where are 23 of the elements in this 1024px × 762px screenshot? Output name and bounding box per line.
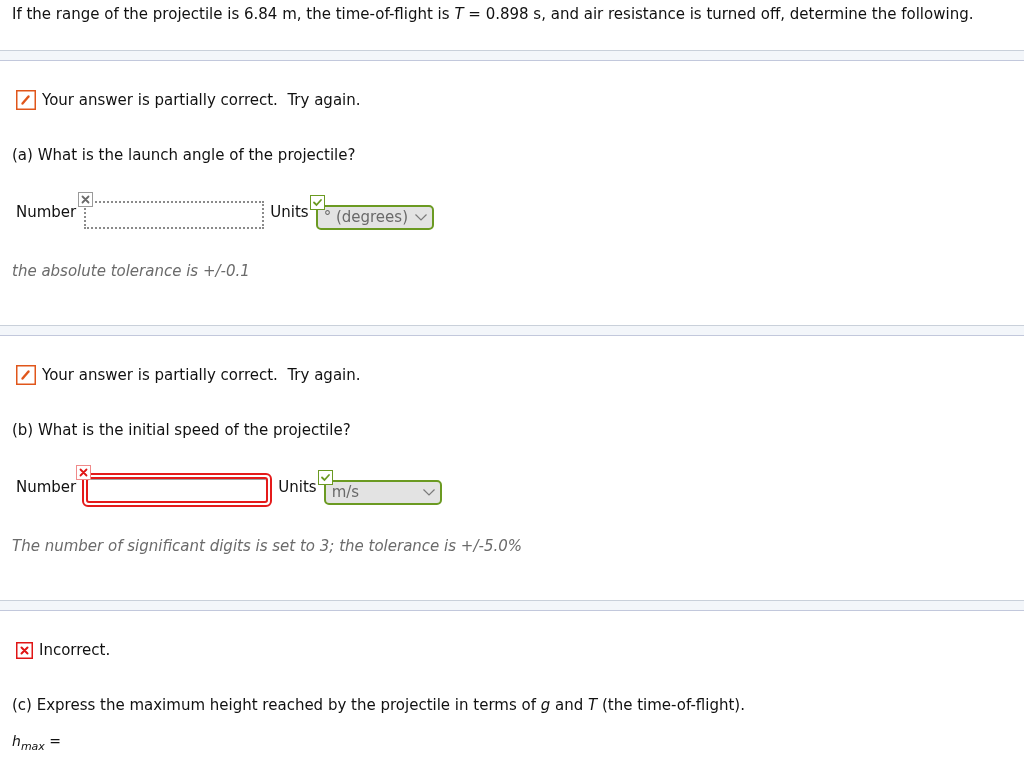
status-message: Incorrect. [39,640,111,660]
units-dropdown[interactable]: m/s [323,479,442,505]
problem-statement: If the range of the projectile is 6.84 m, the time-of-flight is T = 0.898 s, and air resistance is turned off, determine the following. [11,4,975,24]
chevron-down-icon [422,488,435,496]
question-text: (a) What is the launch angle of the projectile? [12,145,357,165]
number-label: Number [16,478,77,496]
question-text: (b) What is the initial speed of the projectile? [12,420,352,440]
units-dropdown[interactable]: ° (degrees) [315,204,434,230]
tolerance-note: The number of significant digits is set to 3; the tolerance is +/-5.0% [12,536,523,556]
units-label: Units [278,478,317,496]
pencil-icon [16,365,36,385]
units-label: Units [270,203,309,221]
status-message: Your answer is partially correct. Try again. [42,365,361,385]
number-label: Number [16,203,77,221]
tolerance-note: the absolute tolerance is +/-0.1 [12,261,251,281]
x-mark-icon [16,641,33,659]
pencil-icon [16,90,36,110]
status-message: Your answer is partially correct. Try again. [42,90,361,110]
chevron-down-icon [414,213,427,221]
input-field[interactable] [84,201,265,229]
input-field[interactable] [82,473,273,507]
answer-label: h$_{max}$ = [12,732,63,751]
question-text: (c) Express the maximum height reached by the projectile in terms of g and T (the time-of-flight). [12,695,746,715]
